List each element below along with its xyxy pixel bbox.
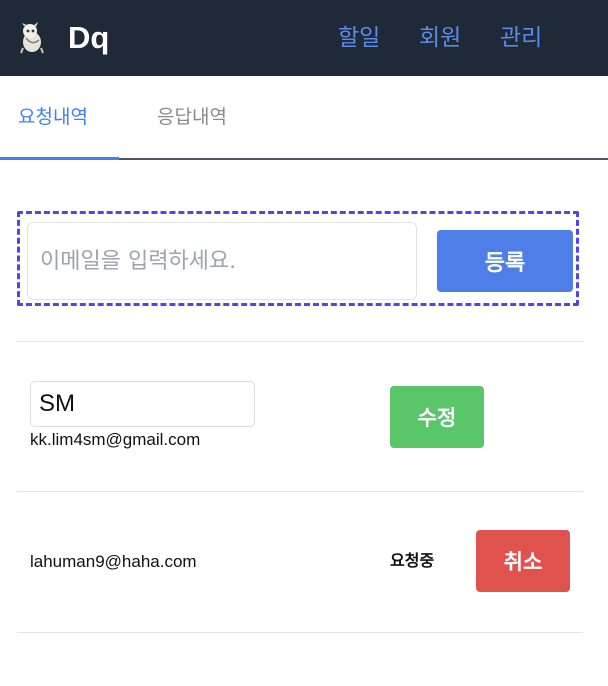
- edit-button[interactable]: 수정: [390, 386, 484, 448]
- tab-requests[interactable]: 요청내역: [18, 102, 88, 132]
- status-badge: 요청중: [390, 551, 435, 570]
- list-divider: [17, 632, 583, 633]
- name-input[interactable]: [30, 381, 255, 427]
- tab-active-indicator: [0, 157, 119, 160]
- email-input[interactable]: [27, 222, 417, 300]
- logo-icon[interactable]: [18, 22, 48, 54]
- list-divider: [17, 491, 583, 492]
- list-item-email: kk.lim4sm@gmail.com: [30, 430, 201, 449]
- brand-title[interactable]: Dq: [68, 19, 109, 57]
- nav-todo[interactable]: 할일: [338, 22, 380, 54]
- list-item-email: lahuman9@haha.com: [30, 552, 197, 571]
- nav-admin[interactable]: 관리: [500, 22, 542, 54]
- cancel-button[interactable]: 취소: [476, 530, 570, 592]
- nav-members[interactable]: 회원: [419, 22, 461, 54]
- list-divider: [17, 341, 583, 342]
- tab-responses[interactable]: 응답내역: [157, 102, 227, 132]
- top-navbar: Dq 할일 회원 관리: [0, 0, 608, 76]
- tab-bar: 요청내역 응답내역: [0, 76, 608, 160]
- register-button[interactable]: 등록: [437, 230, 573, 292]
